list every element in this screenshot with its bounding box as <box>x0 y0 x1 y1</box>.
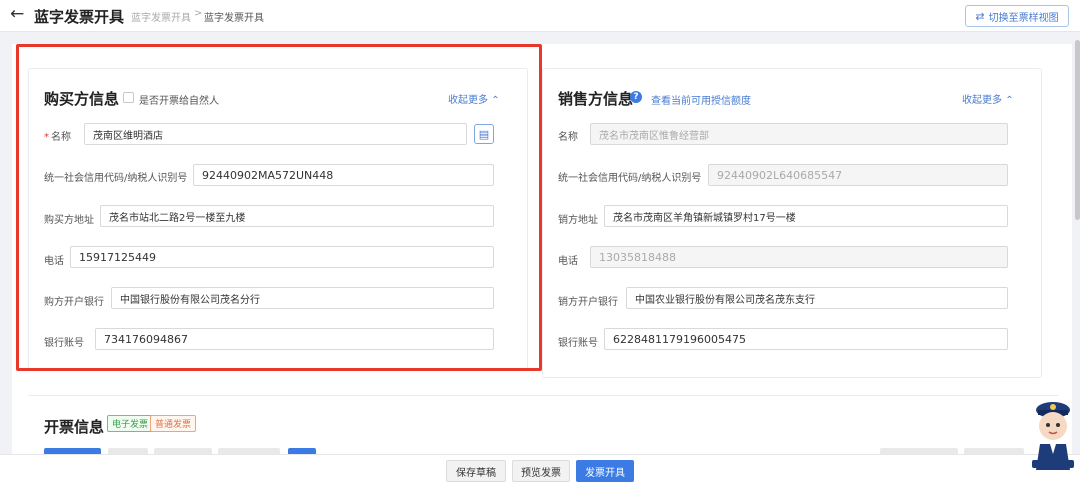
seller-collapse-label: 收起更多 <box>962 95 1002 106</box>
preview-invoice-button[interactable]: 预览发票 <box>512 460 570 482</box>
normal-invoice-tag: 普通发票 <box>150 415 197 432</box>
swap-icon: ⇄ <box>975 9 985 23</box>
page-title: 蓝字发票开具 <box>34 8 125 26</box>
highlight-box <box>16 44 542 371</box>
question-icon[interactable]: ? <box>630 91 642 103</box>
switch-to-sample-view-button[interactable]: ⇄ 切换至票样视图 <box>965 5 1069 27</box>
switch-button-label: 切换至票样视图 <box>988 12 1059 24</box>
chevron-up-icon: ⌃ <box>1005 95 1014 106</box>
tax-officer-mascot <box>1032 402 1074 470</box>
save-draft-button[interactable]: 保存草稿 <box>446 460 506 482</box>
seller-taxid-input: 92440902L640685547 <box>708 164 1008 186</box>
bottom-action-bar: 保存草稿 预览发票 发票开具 <box>0 454 1080 486</box>
electronic-invoice-tag: 电子发票 <box>107 415 154 432</box>
seller-address-input[interactable]: 茂名市茂南区羊角镇新城镇罗村17号一楼 <box>604 205 1008 227</box>
seller-info-title: 销售方信息 <box>558 90 634 108</box>
seller-bank-label: 销方开户银行 <box>558 297 618 308</box>
seller-bank-input[interactable]: 中国农业银行股份有限公司茂名茂东支行 <box>626 287 1008 309</box>
seller-address-label: 销方地址 <box>558 215 598 226</box>
invoice-info-title: 开票信息 <box>44 418 105 436</box>
back-arrow-icon[interactable]: ← <box>10 4 24 24</box>
page-scrollbar[interactable] <box>1075 40 1080 220</box>
issue-invoice-button[interactable]: 发票开具 <box>576 460 634 482</box>
seller-name-label: 名称 <box>558 132 578 143</box>
seller-phone-label: 电话 <box>558 256 578 267</box>
breadcrumb-separator: > <box>194 8 203 19</box>
seller-account-label: 银行账号 <box>558 338 598 349</box>
seller-account-input[interactable]: 6228481179196005475 <box>604 328 1008 350</box>
seller-collapse-toggle[interactable]: 收起更多 ⌃ <box>962 91 1014 106</box>
breadcrumb-parent[interactable]: 蓝字发票开具 <box>131 9 191 24</box>
breadcrumb-current: 蓝字发票开具 <box>204 13 264 24</box>
seller-phone-input: 13035818488 <box>590 246 1008 268</box>
top-header: ← 蓝字发票开具 蓝字发票开具 > 蓝字发票开具 ⇄ 切换至票样视图 <box>0 0 1080 32</box>
seller-taxid-label: 统一社会信用代码/纳税人识别号 <box>558 173 702 184</box>
seller-name-input: 茂名市茂南区惟鲁经营部 <box>590 123 1008 145</box>
credit-quota-link[interactable]: 查看当前可用授信额度 <box>651 92 751 107</box>
